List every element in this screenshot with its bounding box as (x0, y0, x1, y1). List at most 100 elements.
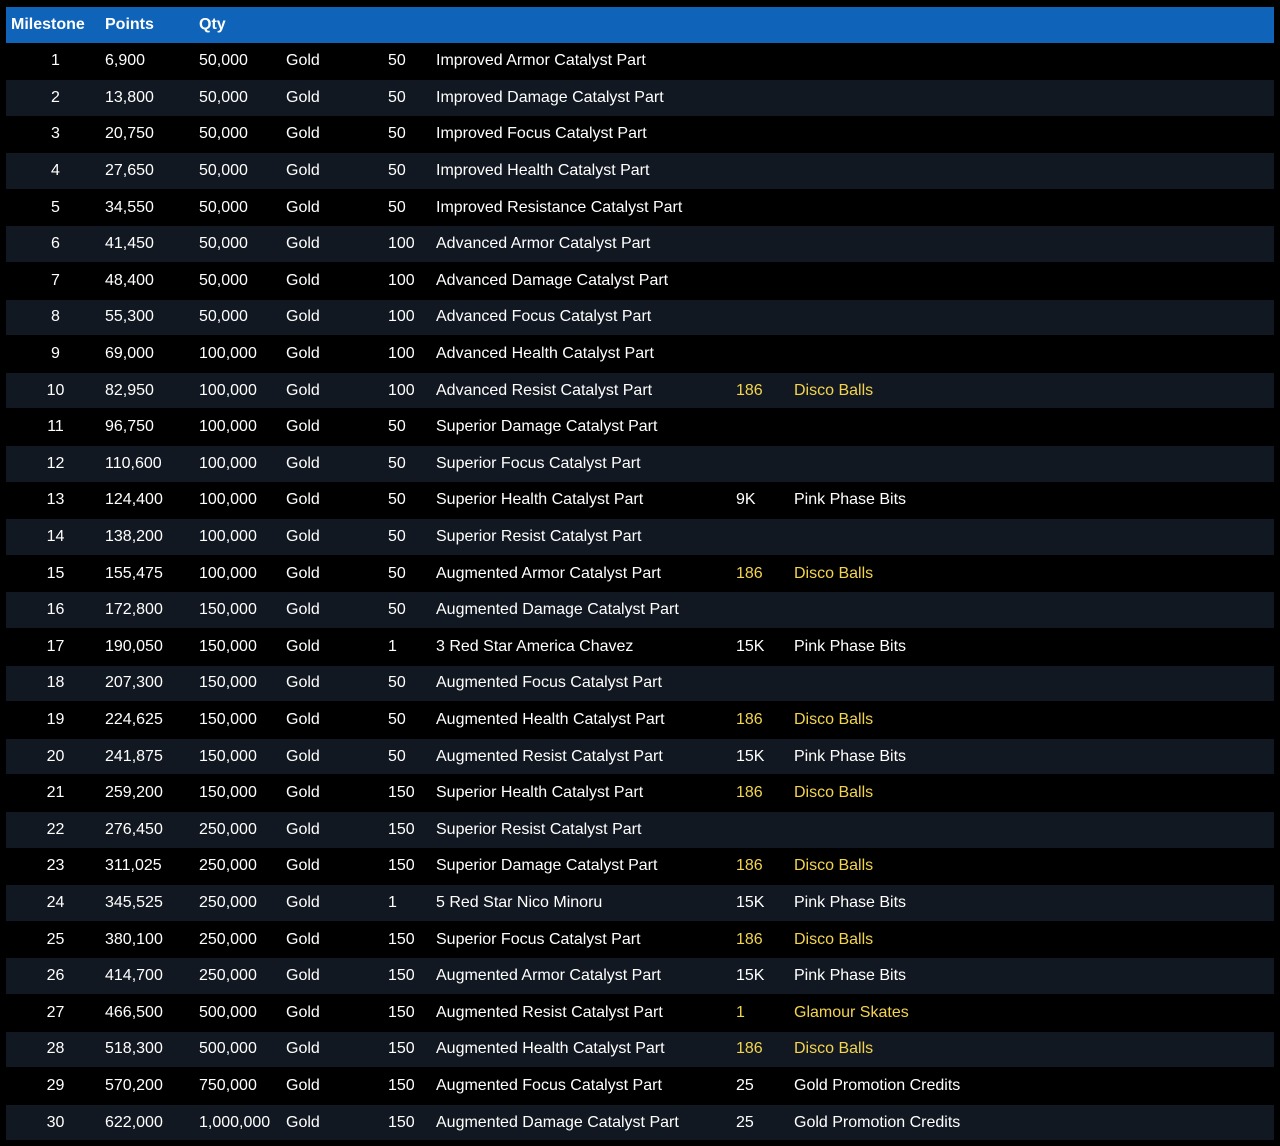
cell-points: 190,050 (105, 628, 199, 666)
cell-qty: 50,000 (199, 299, 286, 337)
cell-currency: Gold (286, 262, 388, 300)
cell-bonus-item: Pink Phase Bits (794, 957, 1274, 995)
table-row: 2 13,800 50,000 Gold 50 Improved Damage Catal… (6, 79, 1274, 117)
cell-qty: 100,000 (199, 555, 286, 593)
cell-points: 110,600 (105, 445, 199, 483)
table-row: 23 311,025 250,000 Gold 150 Superior Damage C… (6, 848, 1274, 886)
cell-milestone: 30 (6, 1104, 105, 1142)
table-row: 25 380,100 250,000 Gold 150 Superior Focus Ca… (6, 921, 1274, 959)
cell-amount: 50 (388, 79, 436, 117)
cell-amount: 50 (388, 445, 436, 483)
cell-bonus-qty: 15K (736, 957, 794, 995)
cell-bonus-qty: 25 (736, 1104, 794, 1142)
cell-milestone: 15 (6, 555, 105, 593)
cell-milestone: 27 (6, 994, 105, 1032)
cell-bonus-item: Gold Promotion Credits (794, 1067, 1274, 1105)
cell-points: 414,700 (105, 957, 199, 995)
cell-milestone: 17 (6, 628, 105, 666)
cell-milestone: 20 (6, 738, 105, 776)
header-points: Points (105, 16, 154, 33)
cell-qty: 50,000 (199, 262, 286, 300)
cell-currency: Gold (286, 335, 388, 373)
cell-reward: Superior Damage Catalyst Part (436, 408, 736, 447)
cell-bonus-qty (736, 43, 794, 81)
cell-currency: Gold (286, 665, 388, 703)
cell-bonus-qty (736, 299, 794, 337)
cell-currency: Gold (286, 43, 388, 81)
cell-qty: 250,000 (199, 957, 286, 995)
header-milestone: Milestone (11, 16, 85, 33)
cell-qty: 100,000 (199, 518, 286, 556)
cell-reward: Augmented Resist Catalyst Part (436, 994, 736, 1032)
cell-amount: 150 (388, 921, 436, 959)
cell-qty: 150,000 (199, 738, 286, 776)
table-body: 1 6,900 50,000 Gold 50 Improved Armor Catalys… (6, 43, 1274, 1142)
cell-amount: 50 (388, 665, 436, 703)
table-row: 3 20,750 50,000 Gold 50 Improved Focus Cataly… (6, 116, 1274, 154)
header-bonus-qty (736, 7, 794, 43)
cell-bonus-item (794, 152, 1274, 190)
table-header: Milestone Points Qty (6, 7, 1274, 43)
cell-reward: Superior Health Catalyst Part (436, 774, 736, 812)
table-row: 1 6,900 50,000 Gold 50 Improved Armor Catalys… (6, 43, 1274, 81)
cell-currency: Gold (286, 811, 388, 849)
header-currency (286, 7, 388, 43)
table-row: 4 27,650 50,000 Gold 50 Improved Health Catal… (6, 152, 1274, 190)
cell-bonus-item (794, 445, 1274, 483)
table-row: 28 518,300 500,000 Gold 150 Augmented Health … (6, 1031, 1274, 1069)
cell-reward: Superior Health Catalyst Part (436, 482, 736, 520)
cell-currency: Gold (286, 518, 388, 556)
cell-reward: Improved Health Catalyst Part (436, 152, 736, 190)
cell-reward: Advanced Focus Catalyst Part (436, 299, 736, 337)
cell-bonus-qty (736, 262, 794, 300)
cell-reward: Advanced Armor Catalyst Part (436, 225, 736, 264)
cell-amount: 50 (388, 152, 436, 190)
cell-currency: Gold (286, 482, 388, 520)
cell-amount: 50 (388, 518, 436, 556)
cell-milestone: 1 (6, 43, 105, 81)
cell-bonus-qty: 186 (736, 372, 794, 410)
cell-points: 345,525 (105, 884, 199, 922)
cell-milestone: 19 (6, 701, 105, 739)
cell-qty: 250,000 (199, 921, 286, 959)
cell-bonus-item: Disco Balls (794, 1031, 1274, 1069)
cell-bonus-qty (736, 335, 794, 373)
cell-milestone: 14 (6, 518, 105, 556)
cell-amount: 50 (388, 555, 436, 593)
cell-qty: 100,000 (199, 445, 286, 483)
cell-milestone: 7 (6, 262, 105, 300)
cell-bonus-qty (736, 408, 794, 447)
table-row: 27 466,500 500,000 Gold 150 Augmented Resist … (6, 994, 1274, 1032)
cell-currency: Gold (286, 628, 388, 666)
cell-points: 48,400 (105, 262, 199, 300)
cell-qty: 150,000 (199, 628, 286, 666)
cell-bonus-item: Pink Phase Bits (794, 482, 1274, 520)
table-row: 13 124,400 100,000 Gold 50 Superior Health Ca… (6, 482, 1274, 520)
cell-reward: Augmented Damage Catalyst Part (436, 1104, 736, 1142)
cell-points: 241,875 (105, 738, 199, 776)
cell-reward: Augmented Health Catalyst Part (436, 701, 736, 739)
cell-qty: 500,000 (199, 1031, 286, 1069)
cell-bonus-item (794, 665, 1274, 703)
cell-points: 155,475 (105, 555, 199, 593)
cell-qty: 100,000 (199, 335, 286, 373)
table-row: 12 110,600 100,000 Gold 50 Superior Focus Cat… (6, 445, 1274, 483)
cell-qty: 150,000 (199, 701, 286, 739)
cell-milestone: 23 (6, 848, 105, 886)
cell-bonus-item (794, 591, 1274, 629)
cell-amount: 150 (388, 1104, 436, 1142)
table-row: 19 224,625 150,000 Gold 50 Augmented Health C… (6, 701, 1274, 739)
cell-reward: Improved Resistance Catalyst Part (436, 189, 736, 227)
cell-amount: 150 (388, 774, 436, 812)
cell-qty: 150,000 (199, 665, 286, 703)
cell-amount: 50 (388, 591, 436, 629)
cell-points: 55,300 (105, 299, 199, 337)
header-qty: Qty (199, 16, 226, 33)
cell-points: 27,650 (105, 152, 199, 190)
cell-qty: 500,000 (199, 994, 286, 1032)
cell-milestone: 18 (6, 665, 105, 703)
cell-amount: 150 (388, 957, 436, 995)
cell-bonus-qty (736, 189, 794, 227)
cell-qty: 750,000 (199, 1067, 286, 1105)
cell-reward: Superior Resist Catalyst Part (436, 518, 736, 556)
